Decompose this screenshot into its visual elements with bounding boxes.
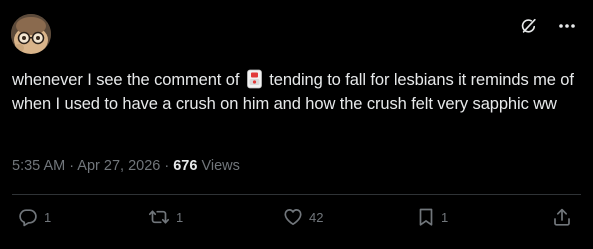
reply-count: 1 [44, 209, 52, 225]
reply-icon [19, 209, 37, 227]
meta-separator: · [65, 158, 78, 174]
views-count: 676 [173, 158, 198, 174]
post-time[interactable]: 5:35 AM [12, 158, 65, 174]
share-button[interactable] [552, 206, 572, 228]
post: whenever I see the comment of tending to… [0, 0, 593, 249]
post-text: whenever I see the comment of tending to… [12, 68, 582, 116]
like-button[interactable]: 42 [283, 206, 323, 228]
bookmark-button[interactable]: 1 [417, 206, 448, 228]
repost-button[interactable]: 1 [148, 206, 183, 228]
gacha-card-emoji-icon [246, 69, 263, 89]
share-icon [554, 208, 570, 226]
bookmark-count: 1 [441, 209, 449, 225]
post-date[interactable]: Apr 27, 2026 [77, 158, 160, 174]
post-meta: 5:35 AM · Apr 27, 2026 · 676 Views [12, 158, 240, 174]
more-dots-icon[interactable] [557, 16, 577, 36]
repost-icon [148, 210, 170, 224]
post-text-part-1: whenever I see the comment of [12, 71, 244, 89]
avatar[interactable] [11, 14, 51, 54]
grok-icon[interactable] [519, 16, 539, 36]
reply-button[interactable]: 1 [18, 206, 51, 228]
views-label: Views [197, 158, 240, 174]
heart-icon [284, 209, 302, 226]
meta-separator: · [160, 158, 174, 174]
like-count: 42 [309, 209, 324, 225]
bookmark-icon [419, 208, 433, 226]
post-top-actions [519, 16, 577, 36]
repost-count: 1 [176, 209, 184, 225]
divider [12, 194, 581, 195]
